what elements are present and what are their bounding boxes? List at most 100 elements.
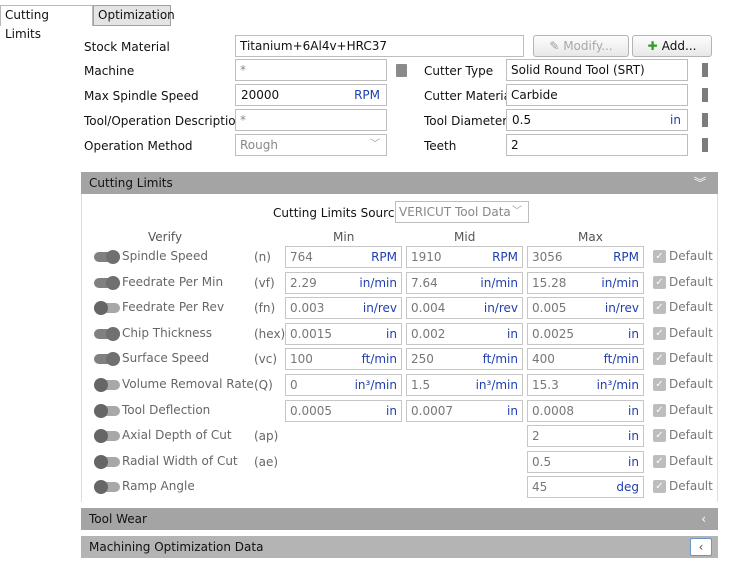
max-value-field[interactable]: 15.28 in/min [527,272,644,294]
min-value-field[interactable]: 0 in³/min [285,374,402,396]
verify-toggle[interactable] [94,455,120,469]
verify-toggle[interactable] [94,378,120,392]
min-value: 0.003 [290,301,325,315]
default-checkbox[interactable]: ✓ [653,327,666,340]
default-checkbox[interactable]: ✓ [653,276,666,289]
min-value: 0.0015 [290,327,332,341]
min-value-field[interactable]: 0.003 in/rev [285,297,402,319]
default-label: Default [669,249,713,263]
machine-value: * [240,63,246,77]
library-icon[interactable] [396,64,407,77]
mid-value-field[interactable]: 7.64 in/min [406,272,523,294]
tool-diameter-field[interactable]: 0.5 in [506,109,688,131]
max-value-field[interactable]: 45 deg [527,476,644,498]
verify-toggle[interactable] [94,429,120,443]
cutter-material-indicator [702,88,708,102]
tool-desc-field[interactable]: * [235,109,387,131]
expand-icon[interactable]: ‹ [701,508,706,530]
max-header: Max [578,230,603,244]
spindle-value: 20000 [241,88,280,102]
max-value-field[interactable]: 2 in [527,425,644,447]
default-checkbox[interactable]: ✓ [653,250,666,263]
min-unit: ft/min [361,352,397,366]
add-label: Add... [661,39,697,53]
max-value: 45 [532,480,548,494]
cutter-material-label: Cutter Material [424,89,515,103]
limit-label: Volume Removal Rate [122,377,254,391]
min-value-field[interactable]: 0.0015 in [285,323,402,345]
teeth-label: Teeth [424,139,457,153]
op-method-select[interactable]: Rough ﹀ [235,134,387,156]
tool-wear-header[interactable]: Tool Wear ‹ [81,508,718,530]
max-value-field[interactable]: 0.0008 in [527,400,644,422]
mid-unit: in/rev [483,301,518,315]
max-value-field[interactable]: 0.005 in/rev [527,297,644,319]
limit-label: Radial Width of Cut [122,454,238,468]
max-value-field[interactable]: 0.0025 in [527,323,644,345]
source-select[interactable]: VERICUT Tool Data ﹀ [395,201,529,223]
min-value-field[interactable]: 0.0005 in [285,400,402,422]
mid-value-field[interactable]: 250 ft/min [406,348,523,370]
collapse-icon[interactable]: ︾ [694,172,706,194]
verify-toggle[interactable] [94,250,120,264]
cutting-limits-title: Cutting Limits [89,176,173,190]
default-checkbox[interactable]: ✓ [653,301,666,314]
stock-material-field[interactable]: Titanium+6Al4v+HRC37 [235,35,524,57]
max-value-field[interactable]: 400 ft/min [527,348,644,370]
max-value: 0.0025 [532,327,574,341]
verify-toggle[interactable] [94,301,120,315]
mid-value-field[interactable]: 1910 RPM [406,246,523,268]
min-value-field[interactable]: 2.29 in/min [285,272,402,294]
max-value-field[interactable]: 0.5 in [527,451,644,473]
verify-header: Verify [148,230,183,244]
min-value: 2.29 [290,276,317,290]
verify-toggle[interactable] [94,352,120,366]
spindle-field[interactable]: 20000 RPM [235,84,387,106]
limit-abbr: (ap) [254,429,279,443]
tab-optimization[interactable]: Optimization [93,5,175,26]
teeth-field[interactable]: 2 [506,134,688,156]
default-checkbox[interactable]: ✓ [653,378,666,391]
mid-unit: ft/min [482,352,518,366]
max-value: 15.28 [532,276,567,290]
max-unit: in³/min [596,378,639,392]
min-unit: in [386,404,397,418]
tool-diameter-unit: in [670,113,681,127]
max-value-field[interactable]: 3056 RPM [527,246,644,268]
expand-icon[interactable]: ‹ [690,538,712,556]
add-button[interactable]: ✚ Add... [632,35,712,57]
mid-value-field[interactable]: 0.0007 in [406,400,523,422]
max-unit: in [628,404,639,418]
mid-unit: in [507,404,518,418]
limit-label: Spindle Speed [122,249,208,263]
verify-toggle[interactable] [94,404,120,418]
verify-toggle[interactable] [94,480,120,494]
default-checkbox[interactable]: ✓ [653,352,666,365]
machine-field[interactable]: * [235,59,387,81]
default-checkbox[interactable]: ✓ [653,429,666,442]
machine-label: Machine [84,64,135,78]
default-checkbox[interactable]: ✓ [653,455,666,468]
min-unit: in/min [359,276,397,290]
max-value-field[interactable]: 15.3 in³/min [527,374,644,396]
min-value-field[interactable]: 764 RPM [285,246,402,268]
cutting-limits-header[interactable]: Cutting Limits ︾ [81,172,718,194]
default-checkbox[interactable]: ✓ [653,404,666,417]
cutter-material-field[interactable]: Carbide [506,84,688,106]
verify-toggle[interactable] [94,276,120,290]
mid-value-field[interactable]: 1.5 in³/min [406,374,523,396]
default-checkbox[interactable]: ✓ [653,480,666,493]
limit-label: Feedrate Per Rev [122,300,225,314]
teeth-indicator [702,138,708,152]
tab-cutting-limits[interactable]: Cutting Limits [0,5,93,41]
mid-value-field[interactable]: 0.004 in/rev [406,297,523,319]
cutter-type-field[interactable]: Solid Round Tool (SRT) [506,59,688,81]
limit-label: Chip Thickness [122,326,213,340]
verify-toggle[interactable] [94,327,120,341]
cutter-type-indicator [702,63,708,77]
cutter-material-value: Carbide [511,88,558,102]
min-value-field[interactable]: 100 ft/min [285,348,402,370]
modify-button[interactable]: ✎ Modify... [533,35,629,57]
mid-value-field[interactable]: 0.002 in [406,323,523,345]
mach-opt-header[interactable]: Machining Optimization Data ‹ [81,536,718,558]
